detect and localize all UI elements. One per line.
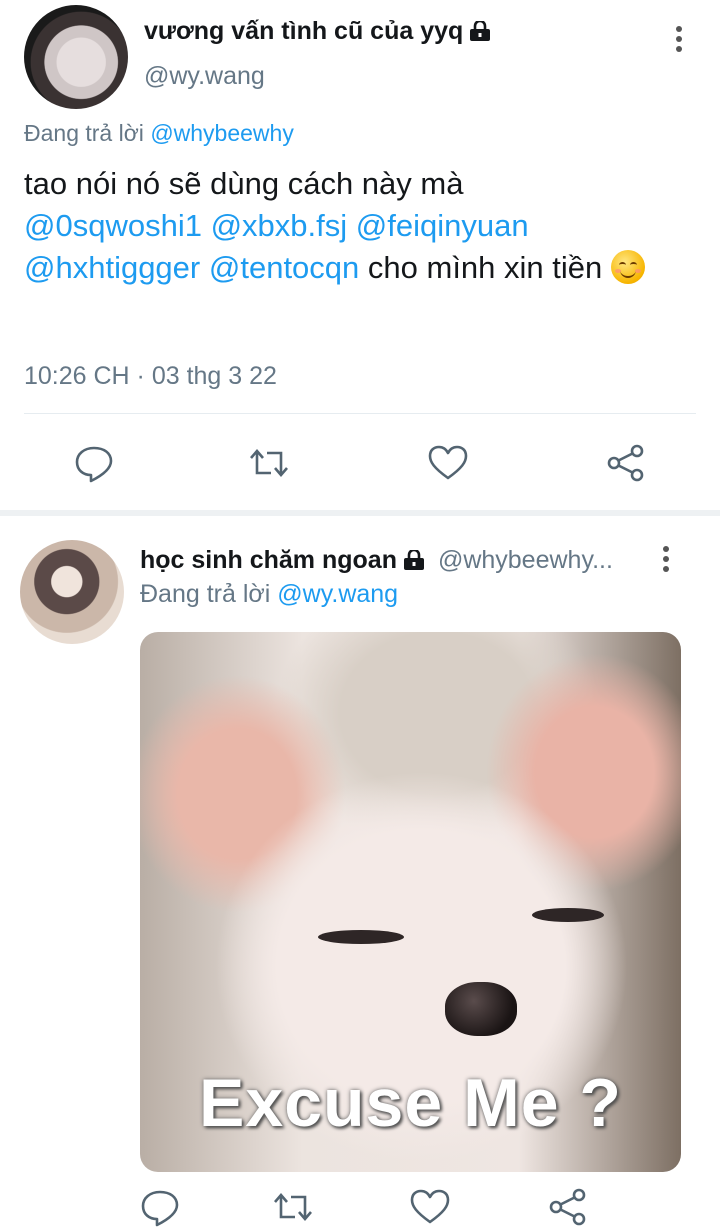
share-button[interactable]	[548, 1187, 588, 1227]
mention-link[interactable]: @tentocqn	[209, 250, 359, 285]
dog-eye	[318, 930, 404, 944]
replying-to-link[interactable]: @wy.wang	[277, 580, 398, 608]
share-nodes-icon	[549, 1188, 586, 1226]
retweet-arrows-icon	[250, 449, 288, 477]
retweet-button[interactable]	[249, 443, 289, 483]
dog-nose	[445, 982, 517, 1036]
heart-icon	[410, 1189, 450, 1224]
share-button[interactable]	[606, 443, 646, 483]
share-nodes-icon	[607, 444, 644, 482]
retweet-arrows-icon	[274, 1193, 312, 1221]
reply-button[interactable]	[140, 1187, 180, 1227]
tweet-header: học sinh chăm ngoan @whybeewhy...	[140, 546, 613, 575]
display-name[interactable]: vương vấn tình cũ của yyq	[144, 17, 491, 46]
lock-icon	[470, 21, 491, 41]
smiling-face-emoji	[610, 250, 645, 284]
replying-to-link[interactable]: @whybeewhy	[150, 120, 294, 146]
more-options-icon[interactable]	[673, 26, 685, 56]
avatar[interactable]	[20, 540, 124, 644]
speech-bubble-icon	[141, 1190, 179, 1227]
section-separator	[0, 510, 720, 516]
reply-button[interactable]	[74, 443, 114, 483]
tweet-media-image[interactable]: Excuse Me ?	[140, 632, 681, 1172]
divider	[24, 413, 696, 414]
heart-icon	[428, 445, 468, 480]
user-handle[interactable]: @whybeewhy...	[438, 546, 613, 574]
mention-link[interactable]: @feiqinyuan	[356, 208, 529, 243]
avatar[interactable]	[24, 5, 128, 109]
dog-eye	[532, 908, 604, 922]
speech-bubble-icon	[75, 446, 113, 483]
meme-caption: Excuse Me ?	[199, 1065, 622, 1141]
mention-link[interactable]: @xbxb.fsj	[211, 208, 348, 243]
like-button[interactable]	[410, 1187, 450, 1227]
display-name[interactable]: học sinh chăm ngoan	[140, 546, 425, 574]
replying-to: Đang trả lời @whybeewhy	[24, 120, 294, 146]
mention-link[interactable]: @0sqwoshi1	[24, 208, 202, 243]
replying-to: Đang trả lời @wy.wang	[140, 580, 399, 608]
mention-link[interactable]: @hxhtiggger	[24, 250, 200, 285]
tweet-timestamp: 10:26 CH · 03 thg 3 22	[24, 362, 277, 390]
user-handle[interactable]: @wy.wang	[144, 62, 265, 91]
retweet-button[interactable]	[273, 1187, 313, 1227]
more-options-icon[interactable]	[660, 546, 672, 576]
like-button[interactable]	[428, 443, 468, 483]
lock-icon	[403, 550, 424, 570]
tweet-text: tao nói nó sẽ dùng cách này mà @0sqwoshi…	[24, 163, 696, 289]
